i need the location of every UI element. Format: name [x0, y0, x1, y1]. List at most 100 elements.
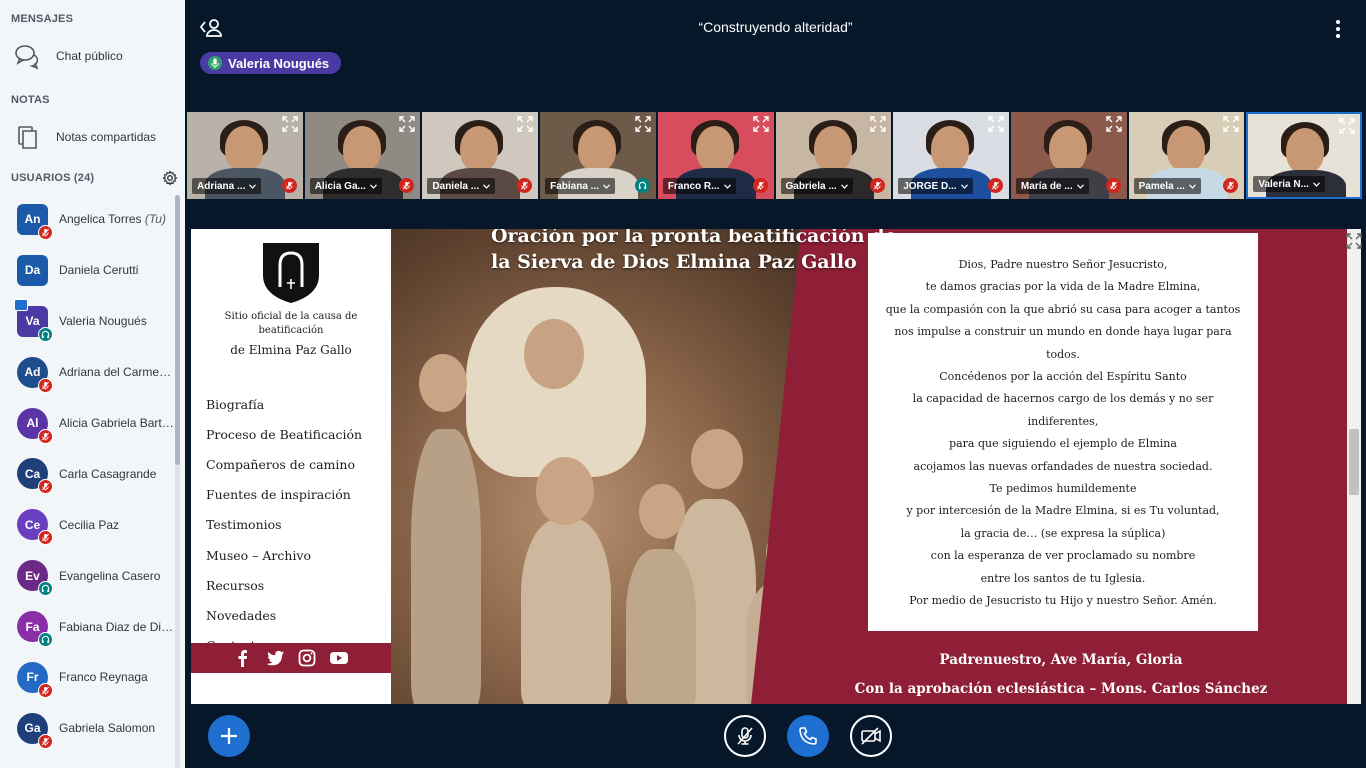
- user-name: Angelica Torres (Tu): [59, 212, 177, 226]
- avatar-initials: Ev: [25, 568, 40, 583]
- video-name-text: Daniela ...: [432, 180, 480, 192]
- video-tile[interactable]: Pamela ...: [1128, 112, 1245, 199]
- expand-video-icon[interactable]: [635, 116, 651, 132]
- prayer-line: entre los santos de tu Iglesia.: [980, 571, 1146, 585]
- video-name-label[interactable]: Pamela ...: [1133, 178, 1201, 194]
- prayer-line: indiferentes,: [1027, 414, 1099, 428]
- website-nav-item: Fuentes de inspiración: [206, 487, 351, 503]
- user-list-item[interactable]: Ad Adriana del Carmen Vill...: [0, 347, 178, 398]
- muted-mic-icon: [38, 224, 53, 240]
- user-list-item[interactable]: Al Alicia Gabriela Bartolini: [0, 398, 178, 449]
- twitter-icon[interactable]: [265, 648, 285, 668]
- user-list-item[interactable]: Va Valeria Nougués: [0, 296, 178, 347]
- microphone-icon: [208, 56, 222, 70]
- leave-audio-button[interactable]: [787, 715, 829, 757]
- muted-mic-icon: [870, 178, 886, 193]
- video-name-label[interactable]: Valeria N...: [1253, 176, 1325, 192]
- prayer-line: y por intercesión de la Madre Elmina, si…: [906, 504, 1220, 518]
- expand-video-icon[interactable]: [1223, 116, 1240, 132]
- talking-user-name: Valeria Nougués: [228, 55, 330, 71]
- video-name-label[interactable]: Alicia Ga...: [309, 178, 382, 194]
- expand-video-icon[interactable]: [399, 116, 416, 132]
- expand-video-icon[interactable]: [870, 116, 886, 132]
- video-name-label[interactable]: Daniela ...: [427, 178, 496, 194]
- prayer-card: Dios, Padre nuestro Señor Jesucristo, te …: [868, 233, 1258, 631]
- video-name-text: María de ...: [1020, 180, 1073, 192]
- video-tile[interactable]: Alicia Ga...: [304, 112, 421, 199]
- shared-notes-link[interactable]: Notas compartidas: [14, 123, 156, 151]
- slide-title-line-1: Oración por la pronta beatificación de: [491, 229, 897, 247]
- avatar: Al: [17, 407, 53, 444]
- talking-indicator: Valeria Nougués: [200, 52, 342, 74]
- options-menu-icon[interactable]: [1331, 18, 1345, 40]
- prayer-line: te damos gracias por la vida de la Madre…: [925, 280, 1201, 294]
- video-name-text: Franco R...: [667, 180, 720, 192]
- video-strip: Adriana ... Alicia Ga... Daniela ... Fabian…: [187, 112, 1363, 199]
- video-tile[interactable]: JORGE D...: [893, 112, 1009, 199]
- website-nav-item: Compañeros de camino: [206, 457, 355, 473]
- muted-mic-icon: [517, 178, 533, 193]
- prayer-line: que la compasión con la que abrió su cas…: [885, 302, 1241, 316]
- user-list-item[interactable]: An Angelica Torres (Tu): [0, 194, 178, 245]
- public-chat-label: Chat público: [56, 49, 123, 63]
- user-list-scrollbar[interactable]: [175, 195, 180, 768]
- user-list-item[interactable]: Da Daniela Cerutti: [0, 245, 178, 296]
- share-webcam-button[interactable]: [850, 715, 892, 757]
- muted-mic-icon: [1105, 178, 1121, 193]
- expand-video-icon[interactable]: [988, 116, 1004, 132]
- avatar: Fa: [17, 611, 53, 648]
- listen-only-icon: [38, 632, 53, 648]
- user-name: Fabiana Diaz de Dinardi: [59, 620, 177, 634]
- video-tile[interactable]: Gabriela ...: [775, 112, 892, 199]
- expand-video-icon[interactable]: [282, 116, 298, 132]
- user-list-item[interactable]: Fa Fabiana Diaz de Dinardi: [0, 601, 178, 652]
- avatar-initials: Ce: [24, 517, 41, 532]
- gear-icon[interactable]: [162, 170, 178, 186]
- user-name-text: Valeria Nougués: [59, 314, 147, 329]
- slide-scrollbar[interactable]: [1347, 229, 1361, 704]
- prayer-line: para que siguiendo el ejemplo de Elmina: [949, 437, 1177, 451]
- video-tile[interactable]: Adriana ...: [187, 112, 303, 199]
- video-name-label[interactable]: Fabiana ...: [545, 178, 616, 194]
- video-name-text: Adriana ...: [197, 180, 246, 192]
- video-name-label[interactable]: Adriana ...: [192, 178, 262, 194]
- user-list-item[interactable]: Ga Gabriela Salomon: [0, 703, 178, 754]
- video-tile[interactable]: Franco R...: [657, 112, 774, 199]
- video-tile[interactable]: María de ...: [1010, 112, 1127, 199]
- muted-mic-icon: [38, 428, 53, 444]
- instagram-icon[interactable]: [297, 648, 317, 668]
- expand-video-icon[interactable]: [1339, 118, 1355, 134]
- video-tile[interactable]: Daniela ...: [422, 112, 539, 199]
- video-name-text: Pamela ...: [1138, 180, 1185, 192]
- listen-only-icon: [38, 326, 53, 342]
- user-list-item[interactable]: Ca Carla Casagrande: [0, 448, 178, 499]
- user-list-item[interactable]: Ev Evangelina Casero: [0, 550, 178, 601]
- video-tile[interactable]: Fabiana ...: [540, 112, 656, 199]
- avatar-initials: Ga: [24, 721, 41, 736]
- avatar-initials: Al: [26, 416, 39, 430]
- user-list-item[interactable]: Fr Franco Reynaga: [0, 652, 178, 703]
- video-tile[interactable]: Valeria N...: [1246, 112, 1363, 199]
- expand-video-icon[interactable]: [517, 116, 533, 132]
- muted-mic-icon: [38, 733, 53, 749]
- expand-video-icon[interactable]: [1105, 116, 1122, 132]
- avatar: Fr: [17, 661, 53, 698]
- public-chat-link[interactable]: Chat público: [14, 42, 123, 70]
- user-name-suffix: (Tu): [144, 212, 166, 227]
- user-list-item[interactable]: Ce Cecilia Paz: [0, 499, 178, 550]
- user-name: Daniela Cerutti: [59, 263, 177, 277]
- user-name-text: Alicia Gabriela Bartolini: [59, 416, 177, 430]
- expand-video-icon[interactable]: [752, 116, 769, 132]
- unmute-button[interactable]: [724, 715, 766, 757]
- video-name-label[interactable]: Gabriela ...: [780, 178, 853, 194]
- prayer-line: la gracia de… (se expresa la súplica): [960, 526, 1166, 540]
- shared-notes-label: Notas compartidas: [56, 130, 157, 144]
- video-name-label[interactable]: JORGE D...: [898, 178, 973, 194]
- fullscreen-icon[interactable]: [1346, 233, 1362, 249]
- facebook-icon[interactable]: [233, 648, 253, 668]
- actions-button[interactable]: [208, 715, 250, 757]
- youtube-icon[interactable]: [329, 648, 349, 668]
- user-name: Valeria Nougués: [59, 314, 177, 328]
- video-name-label[interactable]: Franco R...: [662, 178, 736, 194]
- video-name-label[interactable]: María de ...: [1015, 178, 1089, 194]
